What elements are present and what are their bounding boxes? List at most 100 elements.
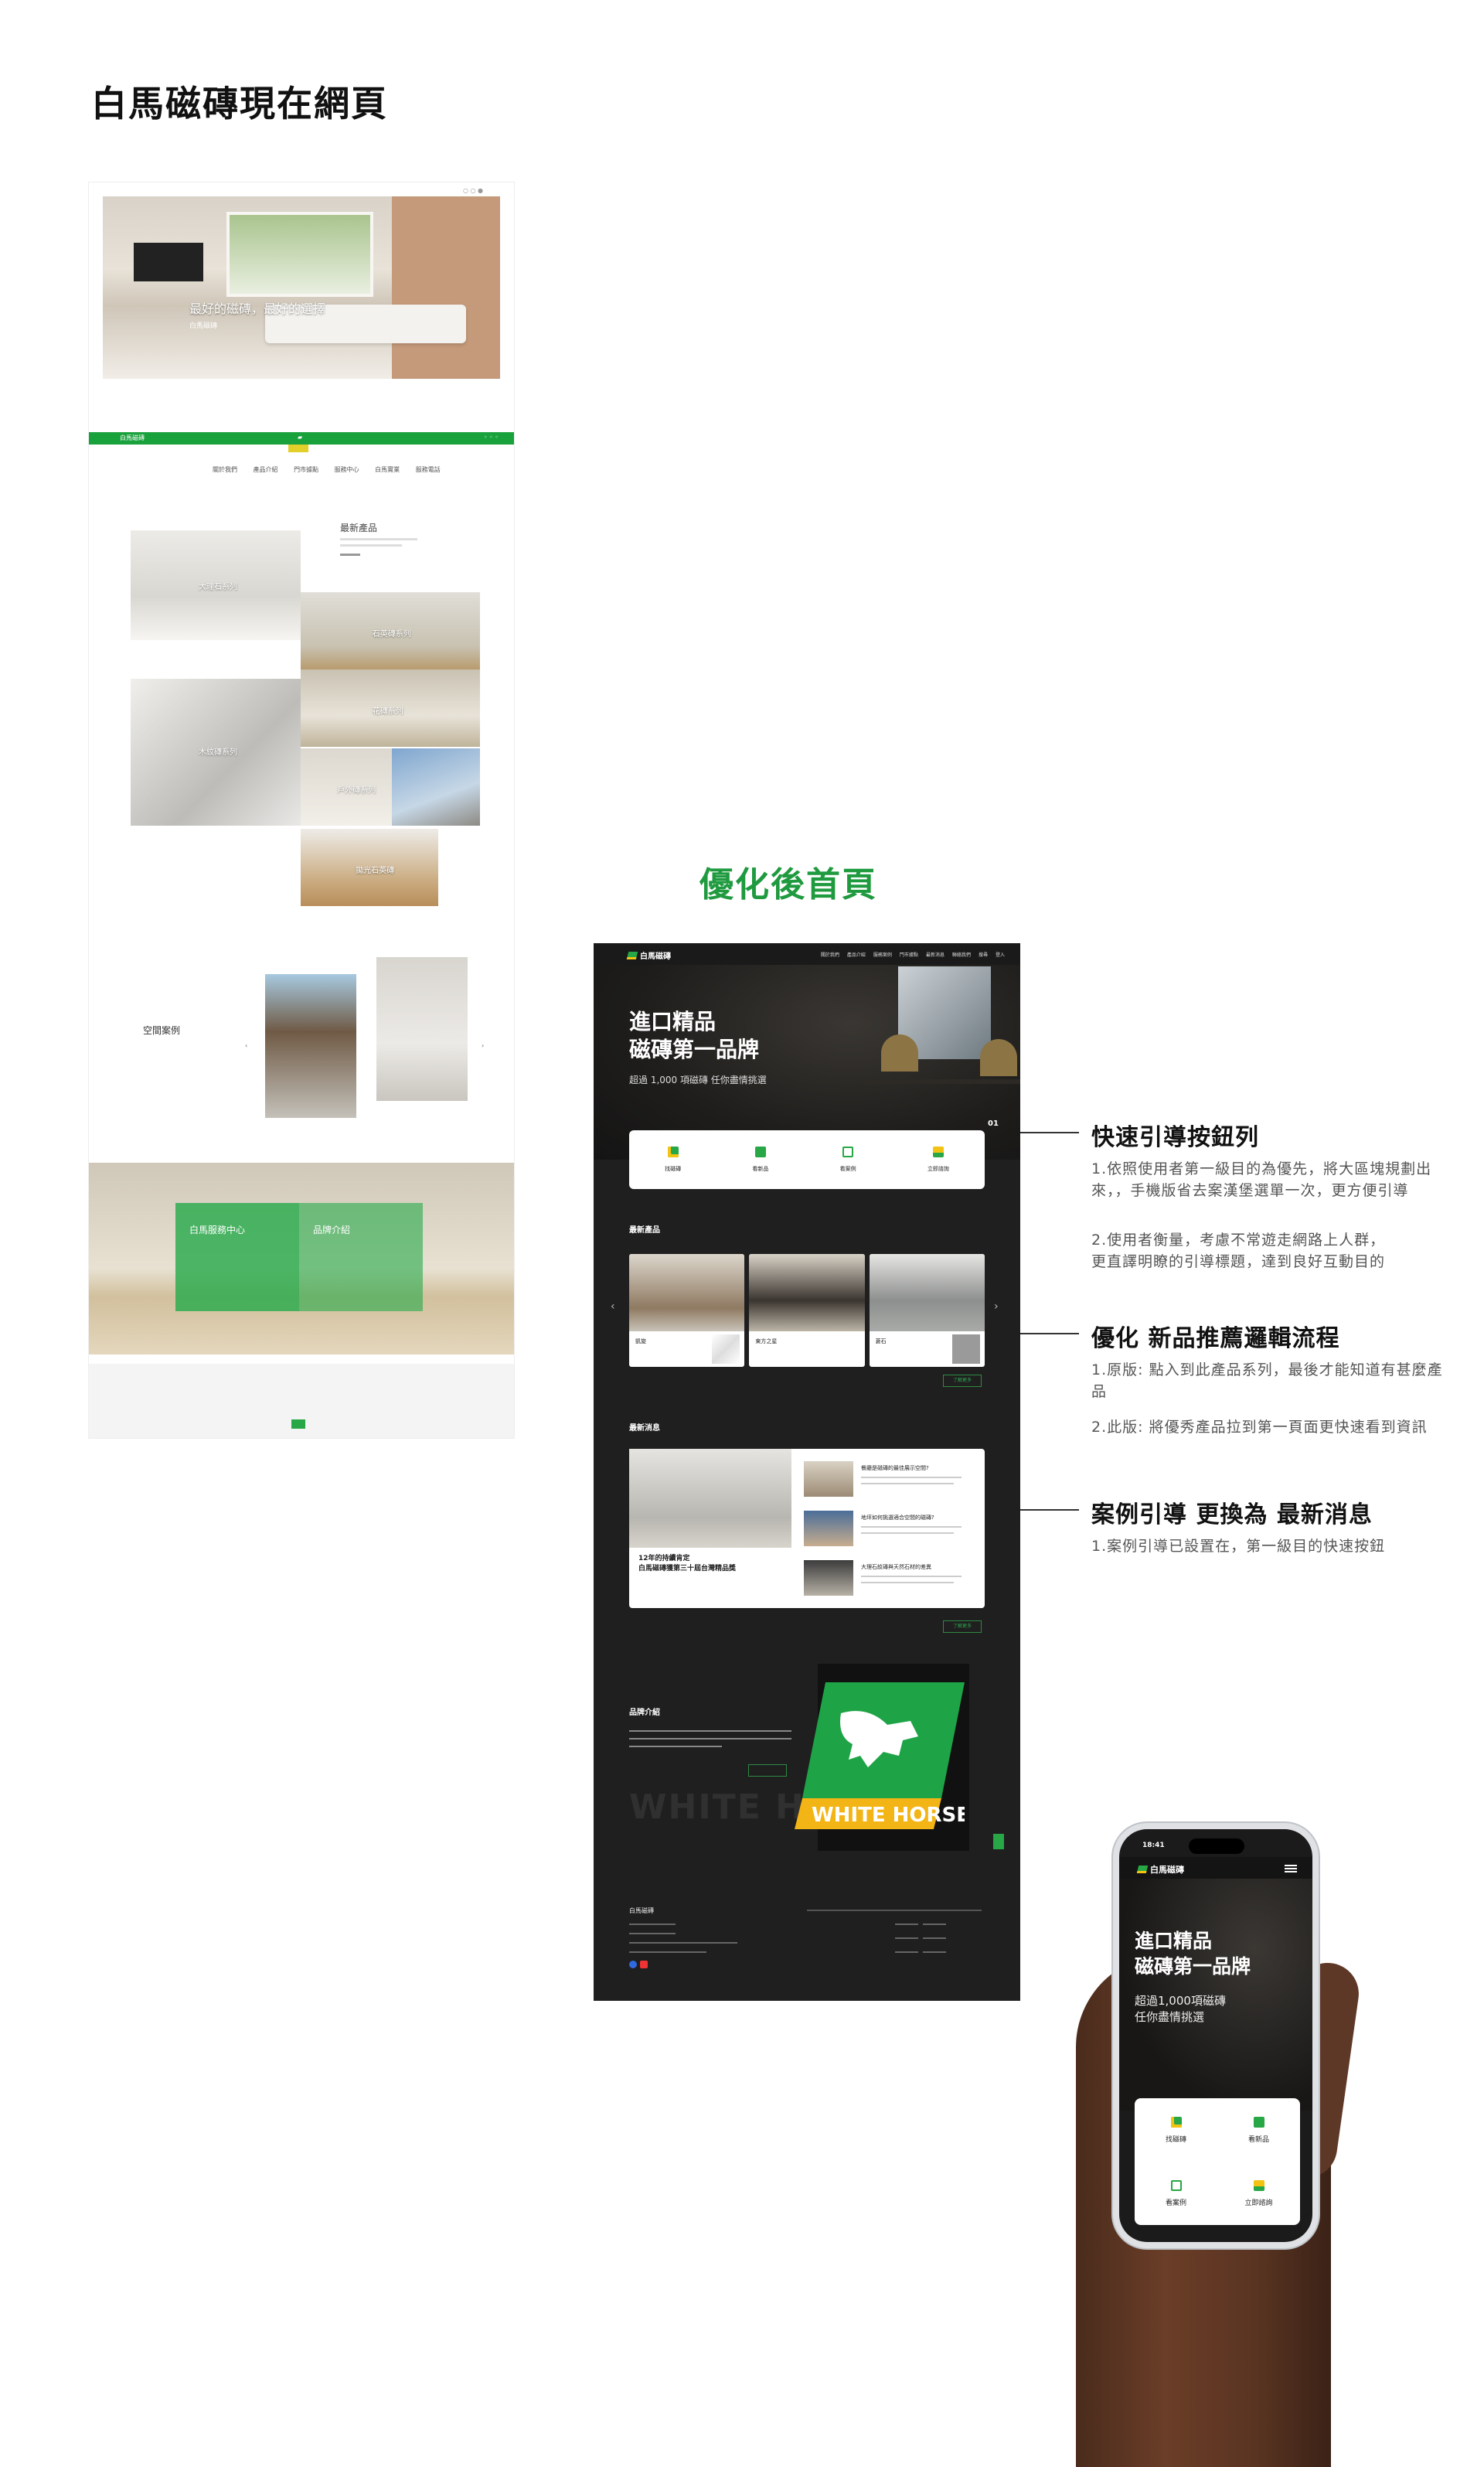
news-panel: 12年的持續肯定 白馬磁磚獲第三十屆台灣精品獎 餐廳是磁磚的最佳展示空間? 地坪如… (629, 1449, 985, 1608)
annotation-connector (1020, 1333, 1079, 1334)
annotation-text: 1.依照使用者第一級目的為優先，將大區塊規劃出來，，手機版省去案漢堡選單一次，更… (1091, 1160, 1432, 1199)
text-line (340, 538, 417, 540)
product-card[interactable]: 凱旋 (629, 1254, 745, 1367)
mobile-logo[interactable]: 白馬磁磚 (1136, 1863, 1184, 1876)
service-center-box[interactable]: 白馬服務中心 (175, 1203, 299, 1311)
slider-dots[interactable]: ○ ○ ● (463, 187, 483, 194)
brand-more-button[interactable] (748, 1764, 787, 1777)
quick-new-products[interactable]: 看新品 (752, 1147, 768, 1173)
product-tile[interactable]: 拋光石英磚 (301, 829, 438, 906)
product-tile[interactable]: 花磚系列 (301, 670, 480, 747)
text-line (629, 1951, 706, 1953)
nav-link[interactable]: 服務案例 (873, 951, 892, 958)
new-badge-icon (754, 1147, 766, 1157)
quick-cases[interactable]: 看案例 (840, 1147, 856, 1173)
news-featured-image[interactable] (629, 1449, 791, 1548)
old-space-cases-title: 空間案例 (143, 1025, 181, 1036)
tile-icon (667, 1147, 679, 1157)
old-footer-logo (291, 1419, 305, 1429)
console-table (864, 1079, 1020, 1084)
old-brand[interactable]: 白馬磁磚 (120, 434, 145, 442)
consult-icon (932, 1147, 944, 1157)
footer-links[interactable] (807, 1910, 982, 1911)
mobile-hero-title: 進口精品 磁磚第一品牌 (1135, 1930, 1251, 1978)
footer-link[interactable] (895, 1951, 918, 1953)
back-to-top-button[interactable] (993, 1834, 1004, 1849)
prev-arrow-icon[interactable]: ‹ (611, 1300, 615, 1313)
new-desktop-mockup: 白馬磁磚 關於我們 產品介紹 服務案例 門市據點 最新消息 聯絡我們 搜尋 登入… (594, 943, 1020, 2001)
annotation-text: 2.此版: 將優秀產品拉到第一頁面更快速看到資訊 (1091, 1419, 1428, 1436)
nav-login[interactable]: 登入 (996, 951, 1005, 958)
product-tile[interactable]: 戶外磚系列 (301, 748, 392, 826)
old-nav-tools[interactable]: ◦ ◦ ◦ (484, 434, 499, 441)
nav-link[interactable]: 門市據點 (900, 951, 918, 958)
quick-consult[interactable]: 立即諮詢 (1217, 2162, 1300, 2225)
products-carousel: 凱旋 東方之星 蒼石 (629, 1254, 985, 1367)
news-featured-title[interactable]: 12年的持續肯定 白馬磁磚獲第三十屆台灣精品獎 (638, 1554, 736, 1574)
dynamic-island (1189, 1838, 1244, 1854)
case-image[interactable] (265, 974, 356, 1118)
phone-mockup: 18:41 白馬磁磚 進口精品 磁磚第一品牌 超過1,000項磁磚 任你盡情挑選 找… (1113, 1823, 1319, 2248)
news-more-button[interactable]: 了解更多 (943, 1620, 982, 1633)
quick-consult[interactable]: 立即諮詢 (928, 1147, 949, 1173)
product-tile[interactable]: 石英磚系列 (301, 592, 480, 670)
news-item[interactable]: 大理石紋磚與天然石材的差異 (804, 1560, 977, 1603)
brand-intro-box[interactable]: 品牌介紹 (299, 1203, 423, 1311)
tile-icon (1170, 2116, 1182, 2128)
white-horse-logo: WHITE HORSE (795, 1682, 965, 1829)
quick-nav-bar: 找磁磚 看新品 看案例 立即諮詢 (629, 1130, 985, 1189)
annotation-text: 1.案例引導已設置在，第一級目的快速按鈕 (1091, 1538, 1386, 1555)
optimized-site-title: 優化後首頁 (699, 865, 877, 905)
old-hero-banner: 最好的磁磚，最好的選擇 白馬磁磚 (103, 196, 500, 379)
old-submenu[interactable]: 關於我們 產品介紹 門市據點 服務中心 白馬實業 服務電話 (213, 465, 441, 474)
footer-link[interactable] (923, 1937, 946, 1939)
brand-intro-title: 品牌介紹 (629, 1709, 660, 1717)
old-new-products-title: 最新產品 (340, 523, 378, 533)
more-link[interactable] (340, 554, 360, 556)
nav-search[interactable]: 搜尋 (979, 951, 988, 958)
text-line (629, 1730, 791, 1732)
quick-find-tiles[interactable]: 找磁磚 (1135, 2098, 1217, 2162)
logo-icon (626, 951, 638, 959)
annotation-title: 案例引導 更換為 最新消息 (1091, 1501, 1373, 1528)
old-hero-subcaption: 白馬磁磚 (189, 322, 218, 330)
nav-link[interactable]: 最新消息 (926, 951, 945, 958)
product-card[interactable]: 蒼石 (869, 1254, 985, 1367)
prev-arrow-icon[interactable]: ‹ (245, 1042, 247, 1049)
product-tile[interactable]: 大理石系列 (131, 530, 301, 640)
products-more-button[interactable]: 了解更多 (943, 1375, 982, 1387)
current-site-title: 白馬磁磚現在網頁 (91, 83, 388, 124)
footer-link[interactable] (895, 1924, 918, 1925)
quick-cases[interactable]: 看案例 (1135, 2162, 1217, 2225)
old-logo-tab (288, 445, 308, 452)
old-hero-caption: 最好的磁磚，最好的選擇 (189, 302, 326, 316)
annotation-title: 優化 新品推薦邏輯流程 (1091, 1325, 1340, 1352)
case-image[interactable] (376, 957, 468, 1101)
news-title: 最新消息 (629, 1424, 660, 1433)
hamburger-menu-icon[interactable] (1285, 1865, 1297, 1872)
nav-link[interactable]: 關於我們 (821, 951, 839, 958)
text-line (629, 1738, 791, 1740)
product-card[interactable]: 東方之星 (749, 1254, 865, 1367)
old-logo-mark[interactable]: ▰ (298, 434, 302, 441)
footer-link[interactable] (923, 1951, 946, 1953)
product-tile[interactable]: 木紋磚系列 (131, 679, 301, 826)
footer-link[interactable] (895, 1937, 918, 1939)
facebook-icon[interactable] (629, 1961, 637, 1968)
youtube-icon[interactable] (640, 1961, 648, 1968)
text-line (629, 1933, 676, 1934)
annotation-text: 2.使用者衡量，考慮不常遊走網路上人群，更直譯明瞭的引導標題，達到良好互動目的 (1091, 1232, 1386, 1270)
footer-link[interactable] (923, 1924, 946, 1925)
next-arrow-icon[interactable]: › (482, 1042, 484, 1049)
new-logo[interactable]: 白馬磁磚 (626, 949, 671, 961)
next-arrow-icon[interactable]: › (994, 1300, 999, 1313)
product-tile[interactable] (392, 748, 480, 826)
news-item[interactable]: 地坪如何挑選適合空間的磁磚? (804, 1511, 977, 1554)
quick-find-tiles[interactable]: 找磁磚 (665, 1147, 681, 1173)
nav-link[interactable]: 產品介紹 (847, 951, 866, 958)
quick-new-products[interactable]: 看新品 (1217, 2098, 1300, 2162)
news-item[interactable]: 餐廳是磁磚的最佳展示空間? (804, 1461, 977, 1504)
text-line (629, 1924, 676, 1925)
text-line (629, 1746, 722, 1747)
nav-link[interactable]: 聯絡我們 (952, 951, 971, 958)
